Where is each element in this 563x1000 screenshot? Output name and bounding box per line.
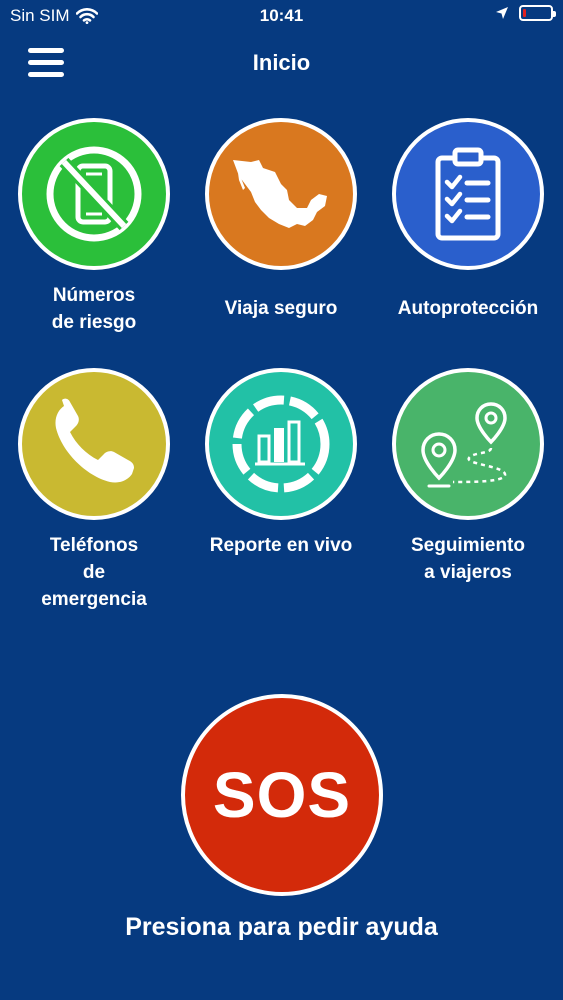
- tile-reporte-en-vivo[interactable]: Reporte en vivo: [191, 368, 371, 559]
- status-time: 10:41: [259, 6, 304, 25]
- tile-label: Números de riesgo: [51, 285, 137, 333]
- clipboard-checklist-icon: [392, 118, 544, 270]
- sos-label: SOS: [212, 759, 352, 831]
- sos-caption: Presiona para pedir ayuda: [125, 913, 438, 941]
- nav-bar: Inicio: [0, 38, 563, 92]
- tile-seguimiento-a-viajeros[interactable]: Seguimiento a viajeros: [378, 368, 558, 586]
- page-title: Inicio: [252, 50, 311, 75]
- tile-label: Reporte en vivo: [209, 535, 353, 556]
- location-arrow-icon: [496, 7, 508, 19]
- status-right: [495, 5, 556, 21]
- sos-button[interactable]: SOS: [181, 694, 383, 896]
- tile-telefonos-de-emergencia[interactable]: Teléfonos de emergencia: [4, 368, 184, 613]
- battery-icon: [519, 5, 556, 21]
- tile-label: Seguimiento a viajeros: [410, 535, 525, 583]
- tile-viaja-seguro[interactable]: Viaja seguro: [191, 118, 371, 322]
- battery-level: [523, 9, 526, 17]
- tile-label: Teléfonos de emergencia: [41, 535, 147, 610]
- status-bar: Sin SIM 10:41: [0, 0, 563, 34]
- mexico-map-icon: [205, 118, 357, 270]
- tile-autoproteccion[interactable]: Autoprotección: [378, 118, 558, 322]
- no-phone-icon: [18, 118, 170, 270]
- tile-numeros-de-riesgo[interactable]: Números de riesgo: [4, 118, 184, 336]
- tile-label: Viaja seguro: [224, 298, 338, 319]
- live-report-chart-icon: [205, 368, 357, 520]
- tile-label: Autoprotección: [397, 298, 539, 319]
- phone-icon: [18, 368, 170, 520]
- route-pins-icon: [392, 368, 544, 520]
